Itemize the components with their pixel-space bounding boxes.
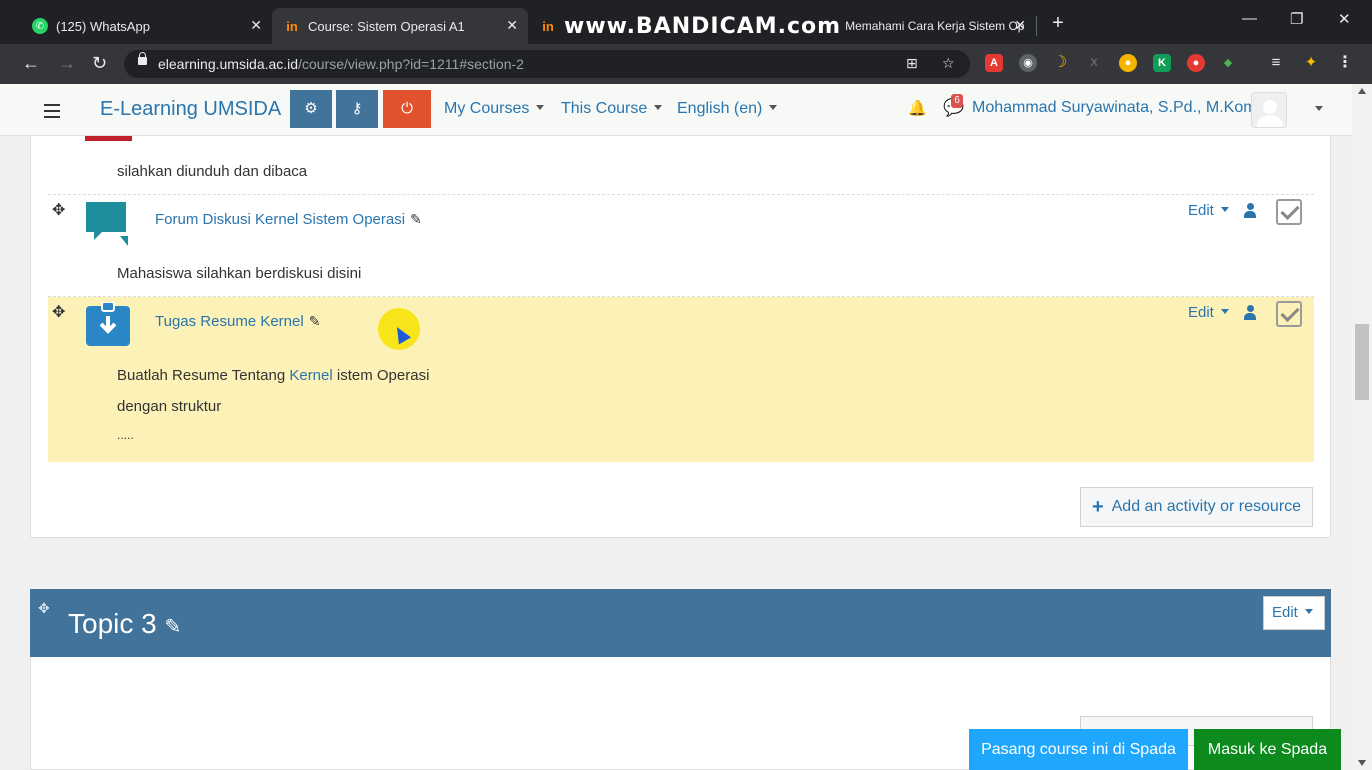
reload-icon[interactable]: ↻ [92,53,107,74]
tab-title: Course: Sistem Operasi A1 [308,18,465,34]
extension-icon[interactable]: ● [1119,54,1137,72]
completion-checkbox[interactable] [1276,199,1302,225]
scroll-down-icon[interactable] [1358,760,1366,766]
x-extension-icon[interactable]: X [1085,54,1103,72]
settings-cogs-icon[interactable]: ⚙ [290,90,332,128]
moodle-icon: in [542,18,554,34]
whatsapp-icon: ✆ [32,18,48,34]
user-name[interactable]: Mohammad Suryawinata, S.Pd., M.Kom [972,99,1257,117]
moodle-navbar: E-Learning UMSIDA ⚙ ⚷ ⏻ My Courses This … [0,84,1352,136]
extension-icon[interactable]: A [985,54,1003,72]
address-bar: ← → ↻ elearning.umsida.ac.id/course/view… [0,44,1372,84]
tab-title: (125) WhatsApp [56,18,150,34]
pencil-icon[interactable]: ✎ [165,616,182,638]
menu-my-courses[interactable]: My Courses [444,100,545,118]
move-icon[interactable]: ✥ [52,302,65,322]
tab-whatsapp[interactable]: ✆ (125) WhatsApp ✕ [20,8,272,44]
tab-separator [1036,16,1037,36]
caret-down-icon [1220,207,1229,212]
caret-down-icon [536,105,545,110]
caret-down-icon [654,105,663,110]
pencil-icon[interactable]: ✎ [309,313,321,329]
bookmark-star-icon[interactable]: ☆ [942,55,955,72]
menu-this-course[interactable]: This Course [561,100,663,118]
moodle-icon: in [286,18,298,34]
caret-down-icon [1304,609,1313,614]
tab-title: Memahami Cara Kerja Sistem Op [845,19,1025,33]
browser-tab-bar: ✆ (125) WhatsApp ✕ in Course: Sistem Ope… [0,0,1372,44]
moon-extension-icon[interactable]: ☽ [1051,54,1069,72]
site-brand[interactable]: E-Learning UMSIDA [100,98,281,121]
pencil-icon[interactable]: ✎ [410,211,422,227]
plus-icon: + [1091,495,1104,518]
topic-edit-button[interactable]: Edit [1263,596,1325,630]
assignment-icon [86,302,130,346]
add-activity-label: Add an activity or resource [1111,498,1302,515]
move-icon[interactable]: ✥ [38,600,50,617]
notification-bell-icon[interactable]: 🔔 [908,99,927,117]
forum-link[interactable]: Forum Diskusi Kernel Sistem Operasi ✎ [155,211,422,228]
masuk-spada-button[interactable]: Masuk ke Spada [1194,729,1341,770]
forward-icon[interactable]: → [58,53,76,74]
extension-icon[interactable]: ● [1187,54,1205,72]
scroll-up-icon[interactable] [1358,88,1366,94]
close-window-icon[interactable]: ✕ [1338,10,1351,28]
minimize-icon[interactable]: — [1242,10,1257,27]
pasang-spada-button[interactable]: Pasang course ini di Spada [969,729,1188,770]
add-activity-button[interactable]: + Add an activity or resource [1080,487,1313,527]
edit-menu[interactable]: Edit [1188,202,1229,219]
topic-title: Topic 3 ✎ [68,608,182,639]
tab-course[interactable]: in Course: Sistem Operasi A1 ✕ [272,8,528,44]
assignment-link[interactable]: Tugas Resume Kernel ✎ [155,313,320,330]
key-icon[interactable]: ⚷ [336,90,378,128]
forum-icon [86,202,128,246]
k-extension-icon[interactable]: K [1153,54,1171,72]
restore-icon[interactable]: ❐ [1290,10,1303,28]
power-icon[interactable]: ⏻ [383,90,431,128]
move-icon[interactable]: ✥ [52,200,65,220]
activity-description: silahkan diunduh dan dibaca [117,163,308,180]
url-field[interactable]: elearning.umsida.ac.id/course/view.php?i… [124,50,970,78]
close-icon[interactable]: ✕ [250,17,262,34]
caret-down-icon [1220,309,1229,314]
bandicam-watermark: www.BANDICAM.com [564,13,842,39]
file-icon-fragment [85,136,132,141]
menu-language[interactable]: English (en) [677,100,778,118]
activity-description: Buatlah Resume Tentang Kernel istem Oper… [117,367,430,384]
avatar[interactable] [1251,92,1287,128]
caret-down-icon [769,105,778,110]
lock-icon [138,52,147,65]
back-icon[interactable]: ← [22,53,40,74]
tab-memahami[interactable]: in www.BANDICAM.com Memahami Cara Kerja … [528,8,1036,44]
close-icon[interactable]: ✕ [1014,17,1026,34]
user-menu-caret-icon[interactable] [1315,106,1323,111]
profile-icon[interactable]: ✦ [1302,54,1320,72]
divider [48,194,1314,195]
activity-description-line: ..... [117,428,134,442]
edit-menu[interactable]: Edit [1188,304,1229,321]
extension-icon[interactable]: ◉ [1019,54,1037,72]
activity-description: Mahasiswa silahkan berdiskusi disini [117,265,362,282]
topic-header [30,589,1331,657]
message-count-badge: 6 [951,94,963,108]
kernel-link[interactable]: Kernel [289,367,332,384]
translate-icon[interactable]: ⊞ [906,55,918,72]
activity-description-line: dengan struktur [117,398,222,415]
user-icon[interactable] [1243,305,1257,321]
close-icon[interactable]: ✕ [506,17,518,34]
page-scrollbar[interactable] [1352,84,1372,770]
scroll-thumb[interactable] [1355,324,1369,400]
extension-icon[interactable]: ◆ [1219,54,1237,72]
new-tab-icon[interactable]: + [1046,12,1070,35]
menu-icon[interactable]: ⋮ [1336,54,1354,72]
hamburger-menu-icon[interactable] [28,97,78,125]
reading-list-icon[interactable]: ≡ [1267,54,1285,72]
completion-checkbox[interactable] [1276,301,1302,327]
url-text: elearning.umsida.ac.id/course/view.php?i… [158,56,524,72]
user-icon[interactable] [1243,203,1257,219]
